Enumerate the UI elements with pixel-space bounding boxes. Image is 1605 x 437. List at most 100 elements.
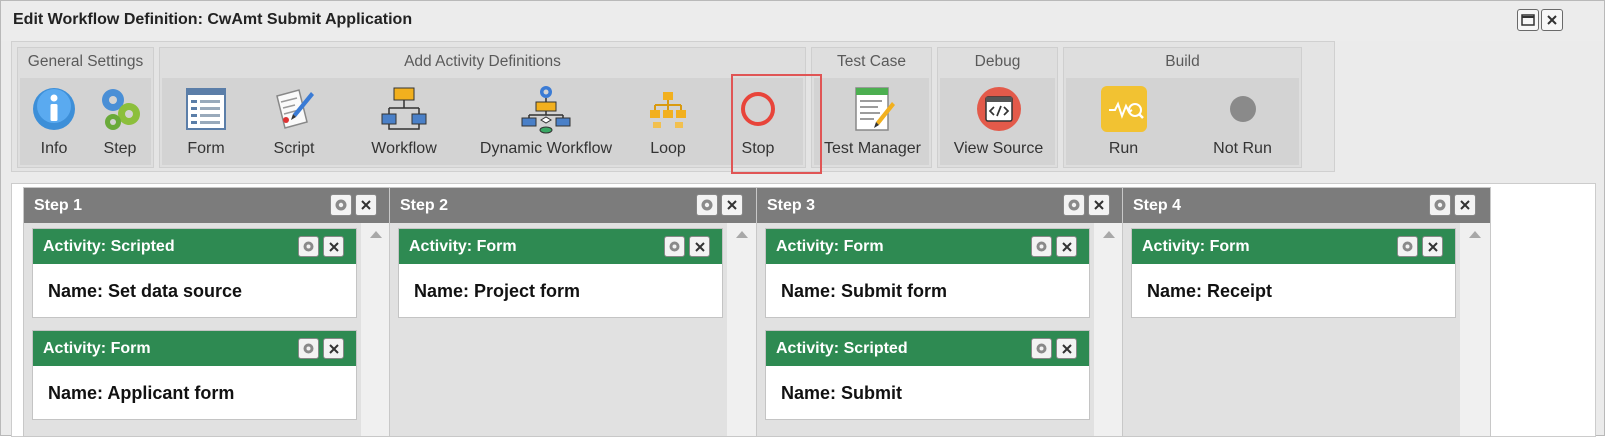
step-header: Step 3 bbox=[757, 188, 1124, 223]
test-manager-button[interactable]: Test Manager bbox=[814, 78, 931, 166]
close-icon bbox=[1547, 15, 1557, 25]
gear-icon bbox=[335, 199, 347, 211]
step-title: Step 3 bbox=[767, 197, 816, 214]
activity-card[interactable]: Activity: Scripted Name: Submit bbox=[765, 330, 1090, 420]
view-source-label: View Source bbox=[953, 140, 1044, 157]
view-source-icon bbox=[976, 87, 1021, 131]
info-button[interactable]: Info bbox=[22, 78, 86, 166]
activity-type: Activity: Form bbox=[1142, 238, 1250, 255]
group-add-activity-definitions: Add Activity Definitions Form Script Wor… bbox=[159, 47, 806, 168]
run-button[interactable]: Run bbox=[1066, 78, 1181, 166]
scroll-up-arrow-icon[interactable] bbox=[736, 231, 748, 238]
step-header: Step 4 bbox=[1123, 188, 1490, 223]
scroll-up-arrow-icon[interactable] bbox=[1469, 231, 1481, 238]
group-label-build: Build bbox=[1165, 53, 1200, 70]
dynamic-workflow-button[interactable]: Dynamic Workflow bbox=[472, 78, 620, 166]
activity-card[interactable]: Activity: Form Name: Submit form bbox=[765, 228, 1090, 318]
activity-settings-button[interactable] bbox=[1031, 338, 1052, 359]
toolbar-ribbon: General Settings Info Step Add Activity … bbox=[11, 41, 1335, 172]
step-settings-button[interactable] bbox=[1429, 194, 1451, 216]
close-icon bbox=[727, 200, 737, 210]
workflow-editor-window: Edit Workflow Definition: CwAmt Submit A… bbox=[0, 0, 1605, 437]
activity-settings-button[interactable] bbox=[664, 236, 685, 257]
activity-settings-button[interactable] bbox=[298, 236, 319, 257]
step-delete-button[interactable] bbox=[355, 194, 377, 216]
step-settings-button[interactable] bbox=[330, 194, 352, 216]
step-delete-button[interactable] bbox=[1454, 194, 1476, 216]
close-icon bbox=[1061, 343, 1072, 354]
workflow-icon bbox=[381, 87, 427, 130]
step-settings-button[interactable] bbox=[1063, 194, 1085, 216]
info-icon bbox=[33, 88, 75, 130]
close-icon bbox=[361, 200, 371, 210]
not-run-status: Not Run bbox=[1185, 78, 1300, 166]
gear-icon bbox=[303, 241, 314, 252]
form-button[interactable]: Form bbox=[168, 78, 244, 166]
group-test-case: Test Case Test Manager bbox=[811, 47, 932, 168]
close-icon bbox=[1061, 241, 1072, 252]
step-scrollbar[interactable] bbox=[1460, 223, 1490, 436]
gear-icon bbox=[669, 241, 680, 252]
group-label-debug: Debug bbox=[974, 53, 1021, 70]
status-dot-icon bbox=[1229, 96, 1256, 122]
step-settings-button[interactable] bbox=[696, 194, 718, 216]
form-icon bbox=[186, 88, 226, 130]
activity-settings-button[interactable] bbox=[298, 338, 319, 359]
close-icon bbox=[694, 241, 705, 252]
activity-delete-button[interactable] bbox=[1422, 236, 1443, 257]
script-icon bbox=[276, 89, 314, 129]
activity-delete-button[interactable] bbox=[1056, 236, 1077, 257]
not-run-label: Not Run bbox=[1213, 140, 1272, 157]
scroll-up-arrow-icon[interactable] bbox=[370, 231, 382, 238]
gear-icon bbox=[701, 199, 713, 211]
stop-highlight-frame bbox=[731, 74, 822, 174]
scroll-up-arrow-icon[interactable] bbox=[1103, 231, 1115, 238]
close-icon bbox=[328, 343, 339, 354]
activity-delete-button[interactable] bbox=[689, 236, 710, 257]
maximize-button[interactable] bbox=[1517, 9, 1539, 31]
run-icon bbox=[1100, 86, 1147, 132]
activity-card[interactable]: Activity: Scripted Name: Set data source bbox=[32, 228, 357, 318]
activity-settings-button[interactable] bbox=[1397, 236, 1418, 257]
group-label-add-activity: Add Activity Definitions bbox=[404, 53, 561, 70]
step-column: Step 3 Activity: Form Name: Submit form … bbox=[756, 187, 1125, 437]
step-scrollbar[interactable] bbox=[361, 223, 391, 436]
step-title: Step 4 bbox=[1133, 197, 1182, 214]
title-bar: Edit Workflow Definition: CwAmt Submit A… bbox=[1, 1, 1604, 41]
step-button[interactable]: Step bbox=[88, 78, 152, 166]
view-source-button[interactable]: View Source bbox=[940, 78, 1057, 166]
dynamic-workflow-label: Dynamic Workflow bbox=[479, 140, 613, 157]
step-delete-button[interactable] bbox=[721, 194, 743, 216]
loop-button[interactable]: Loop bbox=[630, 78, 706, 166]
close-icon bbox=[328, 241, 339, 252]
group-debug: Debug View Source bbox=[937, 47, 1058, 168]
activity-card[interactable]: Activity: Form Name: Applicant form bbox=[32, 330, 357, 420]
activity-delete-button[interactable] bbox=[323, 338, 344, 359]
script-button[interactable]: Script bbox=[256, 78, 332, 166]
gear-icon bbox=[1036, 241, 1047, 252]
gear-icon bbox=[1402, 241, 1413, 252]
activity-card[interactable]: Activity: Form Name: Project form bbox=[398, 228, 723, 318]
loop-icon bbox=[650, 92, 686, 128]
group-label-test-case: Test Case bbox=[837, 53, 906, 70]
step-header: Step 2 bbox=[390, 188, 757, 223]
group-general-settings: General Settings Info Step bbox=[17, 47, 154, 168]
window-title: Edit Workflow Definition: CwAmt Submit A… bbox=[13, 11, 413, 28]
activity-card[interactable]: Activity: Form Name: Receipt bbox=[1131, 228, 1456, 318]
activity-delete-button[interactable] bbox=[1056, 338, 1077, 359]
close-icon bbox=[1094, 200, 1104, 210]
activity-delete-button[interactable] bbox=[323, 236, 344, 257]
step-scrollbar[interactable] bbox=[727, 223, 757, 436]
step-delete-button[interactable] bbox=[1088, 194, 1110, 216]
activity-name: Name: Project form bbox=[414, 281, 581, 301]
activity-type: Activity: Form bbox=[43, 340, 151, 357]
workflow-button[interactable]: Workflow bbox=[356, 78, 452, 166]
step-title: Step 1 bbox=[34, 197, 83, 214]
script-label: Script bbox=[273, 140, 315, 157]
close-window-button[interactable] bbox=[1541, 9, 1563, 31]
activity-type: Activity: Scripted bbox=[43, 238, 175, 255]
step-scrollbar[interactable] bbox=[1094, 223, 1124, 436]
group-build: Build Run Not Run bbox=[1063, 47, 1302, 168]
activity-type: Activity: Form bbox=[409, 238, 517, 255]
activity-settings-button[interactable] bbox=[1031, 236, 1052, 257]
